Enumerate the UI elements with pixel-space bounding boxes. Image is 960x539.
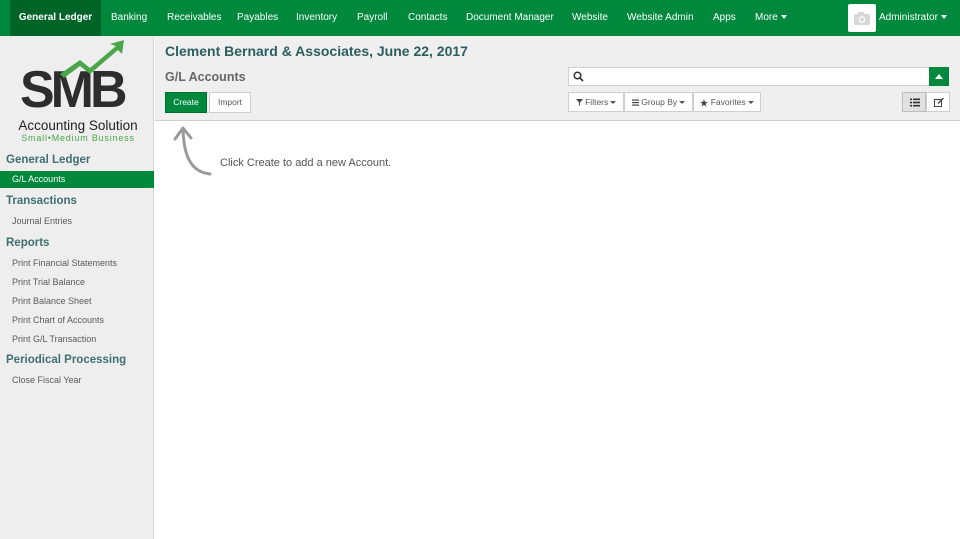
nav-contacts[interactable]: Contacts xyxy=(408,0,447,36)
smb-logo: SMB Accounting Solution Small•Medium Bus… xyxy=(14,40,142,146)
company-title: Clement Bernard & Associates, June 22, 2… xyxy=(165,43,468,59)
nav-more[interactable]: More xyxy=(755,0,787,36)
section-general-ledger: General Ledger xyxy=(6,154,91,166)
list-view-button[interactable] xyxy=(902,92,926,112)
search-icon xyxy=(573,71,584,82)
toggle-search-options-button[interactable] xyxy=(929,67,949,86)
chevron-down-icon xyxy=(940,15,947,20)
nav-banking[interactable]: Banking xyxy=(111,0,147,36)
sidebar-item-close-fiscal-year[interactable]: Close Fiscal Year xyxy=(12,375,82,385)
nav-payables[interactable]: Payables xyxy=(237,0,278,36)
chevron-down-icon xyxy=(610,101,617,105)
nav-more-label: More xyxy=(755,12,778,23)
logo-subtagline: Small•Medium Business xyxy=(21,133,135,143)
section-transactions: Transactions xyxy=(6,195,77,207)
nav-document-manager[interactable]: Document Manager xyxy=(466,0,554,36)
nav-website[interactable]: Website xyxy=(572,0,608,36)
list-bars-icon xyxy=(631,99,639,106)
user-menu[interactable]: Administrator xyxy=(879,0,947,36)
chevron-up-icon xyxy=(935,74,943,79)
sidebar-item-journal-entries[interactable]: Journal Entries xyxy=(12,216,72,226)
nav-inventory[interactable]: Inventory xyxy=(296,0,337,36)
nav-payroll[interactable]: Payroll xyxy=(357,0,388,36)
import-button[interactable]: Import xyxy=(209,92,251,113)
user-name: Administrator xyxy=(879,12,938,23)
filter-icon xyxy=(575,99,583,107)
sidebar-item-print-chart-of-accounts[interactable]: Print Chart of Accounts xyxy=(12,315,104,325)
sidebar: SMB Accounting Solution Small•Medium Bus… xyxy=(0,36,154,539)
favorites-label: Favorites xyxy=(710,97,746,107)
form-view-button[interactable] xyxy=(926,92,950,112)
chevron-down-icon xyxy=(780,15,787,20)
nav-website-admin[interactable]: Website Admin xyxy=(627,0,694,36)
filters-label: Filters xyxy=(585,97,609,107)
sidebar-item-print-financial-statements[interactable]: Print Financial Statements xyxy=(12,258,117,268)
chevron-down-icon xyxy=(679,101,686,105)
list-icon xyxy=(910,98,920,107)
favorites-dropdown[interactable]: Favorites xyxy=(693,92,761,112)
curved-arrow-icon xyxy=(173,126,212,176)
avatar[interactable] xyxy=(848,4,876,32)
top-navbar: General Ledger Banking Receivables Payab… xyxy=(0,0,960,36)
create-button[interactable]: Create xyxy=(165,92,207,113)
sidebar-item-print-gl-transaction[interactable]: Print G/L Transaction xyxy=(12,334,96,344)
sidebar-item-print-balance-sheet[interactable]: Print Balance Sheet xyxy=(12,296,92,306)
section-reports: Reports xyxy=(6,237,50,249)
breadcrumb: G/L Accounts xyxy=(165,70,246,84)
section-periodical-processing: Periodical Processing xyxy=(6,354,127,366)
search-box xyxy=(568,67,930,86)
empty-state-hint: Click Create to add a new Account. xyxy=(220,157,392,169)
sidebar-item-gl-accounts[interactable]: G/L Accounts xyxy=(0,171,154,188)
logo-arrow-icon xyxy=(60,40,124,78)
camera-icon xyxy=(854,12,870,25)
nav-general-ledger[interactable]: General Ledger xyxy=(10,0,101,36)
sidebar-item-print-trial-balance[interactable]: Print Trial Balance xyxy=(12,277,85,287)
group-by-label: Group By xyxy=(641,97,678,107)
nav-receivables[interactable]: Receivables xyxy=(167,0,221,36)
search-input[interactable] xyxy=(587,69,925,84)
chevron-down-icon xyxy=(747,101,754,105)
star-icon xyxy=(700,98,709,107)
edit-icon xyxy=(934,98,944,107)
filters-dropdown[interactable]: Filters xyxy=(568,92,624,112)
group-by-dropdown[interactable]: Group By xyxy=(624,92,693,112)
nav-apps[interactable]: Apps xyxy=(713,0,736,36)
logo-tagline: Accounting Solution xyxy=(18,118,138,133)
